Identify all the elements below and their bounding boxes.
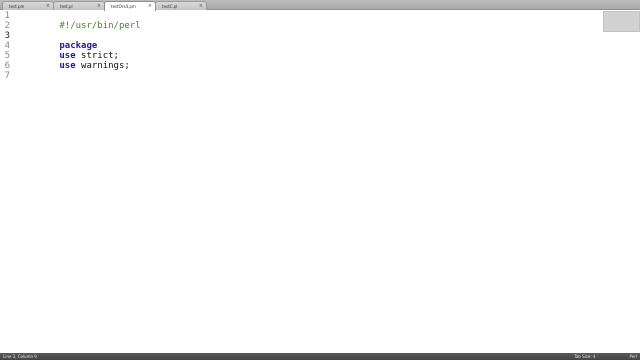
shebang-comment: #!/usr/bin/perl	[59, 21, 141, 31]
tab-label: test.pl	[60, 3, 73, 9]
tab-test-pl[interactable]: test.pl ×	[53, 1, 105, 10]
tab-label: testOrs4.pm	[111, 4, 136, 9]
line-number: 1	[4, 11, 10, 21]
line-number: 7	[4, 71, 10, 81]
tab-testc-pl[interactable]: testC.pl ×	[155, 1, 207, 10]
line-number: 5	[4, 51, 10, 61]
tab-label: test.pm	[9, 3, 25, 9]
syntax-selector[interactable]: Perl	[630, 354, 638, 359]
close-icon[interactable]: ×	[46, 3, 50, 9]
line-number: 6	[4, 61, 10, 71]
close-icon[interactable]: ×	[148, 4, 152, 9]
cursor-position: Line 3, Column 9	[3, 354, 37, 359]
close-icon[interactable]: ×	[199, 3, 203, 9]
minimap-viewport[interactable]	[603, 11, 640, 32]
use-keyword: use	[59, 61, 76, 71]
code-line-package: package	[16, 31, 97, 51]
code-line-use-warnings: use warnings;	[16, 51, 129, 71]
close-icon[interactable]: ×	[97, 3, 101, 9]
tab-size-selector[interactable]: Tab Size: 4	[574, 354, 595, 359]
status-bar: Line 3, Column 9 Tab Size: 4 Perl	[0, 353, 640, 360]
line-number-gutter: 1 2 3 4 5 6 7	[0, 11, 12, 353]
tab-bar: test.pm × test.pl × testOrs4.pm × testC.…	[0, 0, 640, 11]
line-number-current: 3	[4, 31, 10, 41]
editor-window: test.pm × test.pl × testOrs4.pm × testC.…	[0, 0, 640, 360]
code-line-use-strict: use strict;	[16, 41, 119, 61]
tab-label: testC.pl	[162, 3, 178, 9]
line-number: 2	[4, 21, 10, 31]
code-editor[interactable]: 1 2 3 4 5 6 7 #!/usr/bin/perl package us…	[0, 11, 640, 353]
code-line-shebang: #!/usr/bin/perl	[16, 11, 140, 31]
use-warnings-text: warnings;	[75, 61, 130, 71]
tab-testors4-pm[interactable]: testOrs4.pm ×	[104, 1, 156, 11]
line-number: 4	[4, 41, 10, 51]
tab-test-pm[interactable]: test.pm ×	[2, 1, 54, 10]
status-right-group: Tab Size: 4 Perl	[574, 354, 637, 359]
